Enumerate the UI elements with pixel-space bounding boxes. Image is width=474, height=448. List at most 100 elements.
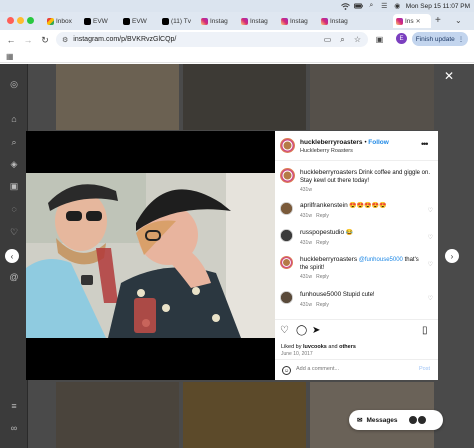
commenter-avatar[interactable]: [280, 229, 293, 242]
commenter-avatar[interactable]: [280, 256, 293, 269]
url-text[interactable]: instagram.com/p/BVKRvzGlCQp/: [73, 36, 176, 43]
explore-icon[interactable]: ◈: [8, 158, 20, 170]
os-menubar: ⌕ ☰ ◉ Mon Sep 15 11:07 PM: [0, 0, 474, 12]
tab-instagram-4[interactable]: Instag: [318, 14, 357, 28]
zoom-icon[interactable]: ⌕: [337, 34, 348, 45]
profile-avatar[interactable]: E: [396, 33, 407, 44]
close-modal-icon[interactable]: ✕: [444, 69, 454, 83]
comment-text: Stupid cute!: [342, 292, 375, 298]
comment-mention[interactable]: @funhouse5000: [359, 257, 403, 263]
caption-time: 431w: [300, 187, 312, 193]
caption-username[interactable]: huckleberryroasters: [300, 169, 357, 176]
liked-by-user[interactable]: luvcooks: [303, 344, 327, 350]
instagram-icon: [201, 17, 208, 25]
search-icon[interactable]: ⌕: [8, 136, 20, 148]
like-comment-heart-icon[interactable]: ♡: [428, 207, 433, 214]
back-arrow-icon[interactable]: ←: [5, 34, 17, 46]
battery-icon[interactable]: [353, 3, 363, 10]
messages-button[interactable]: ✉ Messages: [349, 410, 443, 430]
like-comment-heart-icon[interactable]: ♡: [428, 234, 433, 241]
liked-others[interactable]: others: [339, 344, 356, 350]
tab-instagram-3[interactable]: Instag: [278, 14, 317, 28]
post-comment-button[interactable]: Post: [419, 366, 430, 372]
follow-button[interactable]: Follow: [368, 139, 389, 146]
tab-instagram-1[interactable]: Instag: [198, 14, 237, 28]
tab-label: Inbox: [56, 17, 72, 25]
reply-button[interactable]: Reply: [316, 240, 329, 246]
instagram-logo-icon[interactable]: ◎: [8, 78, 20, 90]
more-options-icon[interactable]: •••: [421, 139, 429, 149]
home-icon[interactable]: ⌂: [8, 113, 20, 125]
finish-update-button[interactable]: Finish update ⋮: [412, 32, 468, 46]
reply-button[interactable]: Reply: [316, 302, 329, 308]
control-center-icon[interactable]: ☰: [380, 3, 389, 10]
reply-button[interactable]: Reply: [316, 274, 329, 280]
like-comment-heart-icon[interactable]: ♡: [428, 295, 433, 302]
reply-button[interactable]: Reply: [316, 213, 329, 219]
previous-post-chevron-icon[interactable]: ‹: [5, 249, 19, 263]
tab-label: Instag: [250, 17, 268, 25]
post-media[interactable]: [26, 131, 275, 380]
window-close-button[interactable]: [7, 17, 14, 24]
tab-search-chevron-icon[interactable]: ⌄: [455, 16, 462, 25]
new-tab-icon[interactable]: +: [435, 15, 441, 26]
x-icon: [84, 17, 91, 25]
menubar-datetime[interactable]: Mon Sep 15 11:07 PM: [406, 3, 470, 10]
comment-item: funhouse5000 Stupid cute! 431w Reply: [300, 291, 425, 309]
threads-icon[interactable]: @: [8, 271, 20, 283]
comment-icon[interactable]: ◯: [296, 325, 307, 336]
tab-inbox[interactable]: Inbox: [44, 14, 80, 28]
comment-username[interactable]: huckleberryroasters: [300, 256, 357, 263]
comment-time: 431w: [300, 212, 312, 219]
bookmark-star-icon[interactable]: ☆: [352, 34, 363, 45]
add-comment-input[interactable]: [296, 366, 406, 372]
menu-icon[interactable]: ≡: [8, 400, 20, 412]
search-icon[interactable]: ⌕: [367, 2, 376, 10]
author-avatar[interactable]: [280, 138, 295, 153]
share-send-icon[interactable]: ➤: [312, 325, 320, 336]
site-settings-icon[interactable]: ⚙: [62, 36, 68, 44]
comment-username[interactable]: aprilfrankenstein: [300, 202, 348, 209]
background-post-tile: [56, 64, 179, 130]
tab-active[interactable]: Ins ✕: [393, 14, 431, 28]
comment-username[interactable]: russpopestudio: [300, 229, 344, 236]
like-comment-heart-icon[interactable]: ♡: [428, 261, 433, 268]
like-heart-icon[interactable]: ♡: [280, 325, 289, 336]
comment-time: 431w: [300, 239, 312, 246]
liked-prefix: Liked by: [281, 344, 304, 350]
caption-avatar[interactable]: [280, 168, 295, 183]
next-post-chevron-icon[interactable]: ›: [445, 249, 459, 263]
reels-icon[interactable]: ▣: [8, 180, 20, 192]
extensions-icon[interactable]: ▣: [374, 34, 385, 45]
commenter-avatar[interactable]: [280, 291, 293, 304]
emoji-icon[interactable]: ☺: [282, 366, 291, 375]
wifi-icon[interactable]: [340, 2, 350, 10]
messages-label: Messages: [366, 416, 398, 424]
cast-icon[interactable]: ▭: [322, 34, 333, 45]
forward-arrow-icon[interactable]: →: [22, 34, 34, 46]
commenter-avatar[interactable]: [280, 202, 293, 215]
background-post-tile: [56, 382, 179, 448]
comment-username[interactable]: funhouse5000: [300, 291, 341, 298]
tab-evw-2[interactable]: EVW: [120, 14, 158, 28]
tab-instagram-2[interactable]: Instag: [238, 14, 277, 28]
close-tab-icon[interactable]: ✕: [416, 18, 421, 25]
meta-icon[interactable]: ∞: [8, 422, 20, 434]
tab-twitter[interactable]: (11) Tv: [159, 14, 197, 28]
reload-icon[interactable]: ↻: [39, 34, 51, 46]
comment-text: 😂: [345, 230, 354, 236]
siri-icon[interactable]: ◉: [393, 3, 402, 10]
instagram-icon: [321, 17, 328, 25]
window-zoom-button[interactable]: [27, 17, 34, 24]
notifications-heart-icon[interactable]: ♡: [8, 226, 20, 238]
save-bookmark-icon[interactable]: ▯: [422, 325, 428, 336]
tab-evw-1[interactable]: EVW: [81, 14, 119, 28]
apps-grid-icon[interactable]: ▦: [6, 52, 14, 61]
window-minimize-button[interactable]: [17, 17, 24, 24]
author-username[interactable]: huckleberryroasters: [300, 139, 363, 146]
messenger-icon: ✉: [357, 417, 363, 424]
tab-label: Ins: [405, 17, 414, 25]
comment-item: aprilfrankenstein 😍😍😍😍😍 431w Reply: [300, 202, 425, 220]
messenger-icon[interactable]: ◌: [8, 203, 20, 215]
background-post-tile: [183, 64, 306, 130]
